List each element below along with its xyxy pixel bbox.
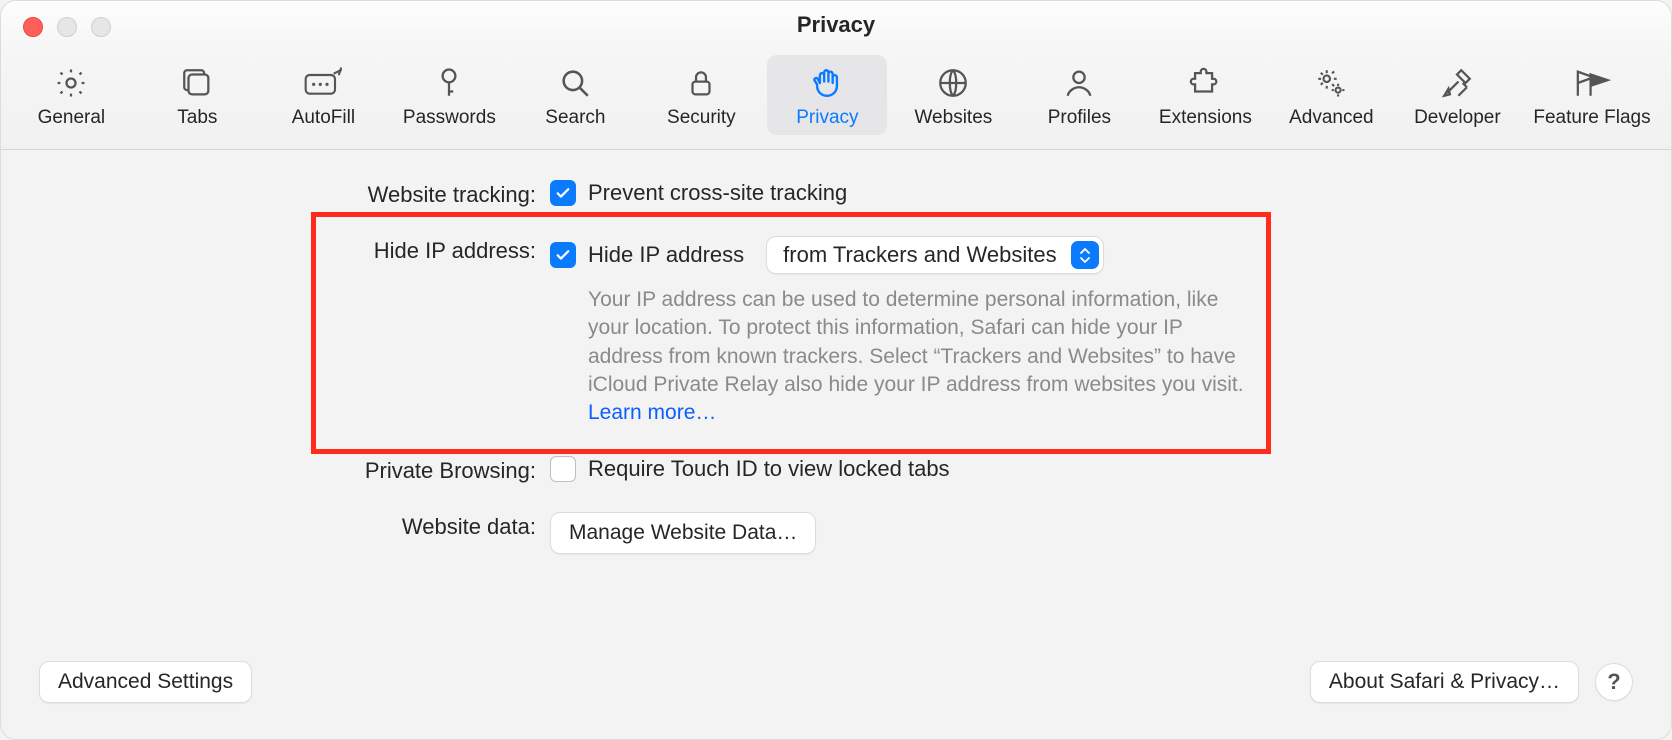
footer: Advanced Settings About Safari & Privacy… — [1, 649, 1671, 739]
checkbox-label: Prevent cross-site tracking — [588, 180, 847, 206]
label-website-data: Website data: — [1, 512, 536, 540]
row-website-tracking: Website tracking: Prevent cross-site tra… — [1, 180, 1671, 208]
globe-icon — [933, 63, 973, 103]
label-private-browsing: Private Browsing: — [1, 456, 536, 484]
tab-feature-flags[interactable]: Feature Flags — [1523, 55, 1660, 135]
tab-label: Advanced — [1289, 107, 1374, 129]
checkbox-label: Hide IP address — [588, 242, 744, 268]
tab-label: Websites — [914, 107, 992, 129]
tab-label: Feature Flags — [1533, 107, 1650, 129]
about-safari-privacy-button[interactable]: About Safari & Privacy… — [1310, 661, 1579, 703]
tab-security[interactable]: Security — [641, 55, 761, 135]
label-hide-ip: Hide IP address: — [1, 236, 536, 264]
row-website-data: Website data: Manage Website Data… — [1, 512, 1671, 554]
search-icon — [555, 63, 595, 103]
tab-websites[interactable]: Websites — [893, 55, 1013, 135]
tab-label: Privacy — [796, 107, 858, 129]
flags-icon — [1572, 63, 1612, 103]
close-button[interactable] — [23, 17, 43, 37]
tab-tabs[interactable]: Tabs — [137, 55, 257, 135]
content-area: Website tracking: Prevent cross-site tra… — [1, 150, 1671, 739]
tab-autofill[interactable]: AutoFill — [263, 55, 383, 135]
checkbox-prevent-cross-site-tracking[interactable] — [550, 180, 576, 206]
tab-advanced[interactable]: Advanced — [1271, 55, 1391, 135]
tab-general[interactable]: General — [11, 55, 131, 135]
gears-icon — [1311, 63, 1351, 103]
check-icon — [554, 246, 572, 264]
manage-website-data-button[interactable]: Manage Website Data… — [550, 512, 816, 554]
puzzle-icon — [1185, 63, 1225, 103]
tab-label: Security — [667, 107, 736, 129]
label-website-tracking: Website tracking: — [1, 180, 536, 208]
help-button[interactable]: ? — [1595, 663, 1633, 701]
tab-label: General — [38, 107, 106, 129]
check-icon — [554, 184, 572, 202]
help-text-hide-ip: Your IP address can be used to determine… — [550, 286, 1248, 428]
dropdown-stepper-icon — [1071, 241, 1099, 269]
preferences-window: Privacy General Tabs AutoFill Passwords — [0, 0, 1672, 740]
tab-search[interactable]: Search — [515, 55, 635, 135]
tab-label: Passwords — [403, 107, 496, 129]
tab-label: Tabs — [177, 107, 217, 129]
gear-icon — [51, 63, 91, 103]
checkbox-require-touchid[interactable] — [550, 456, 576, 482]
titlebar: Privacy — [1, 1, 1671, 49]
learn-more-link[interactable]: Learn more… — [588, 401, 716, 424]
preferences-toolbar: General Tabs AutoFill Passwords Search — [1, 49, 1671, 150]
tab-label: AutoFill — [292, 107, 355, 129]
tools-icon — [1437, 63, 1477, 103]
tab-privacy[interactable]: Privacy — [767, 55, 887, 135]
hand-icon — [807, 63, 847, 103]
minimize-button[interactable] — [57, 17, 77, 37]
checkbox-label: Require Touch ID to view locked tabs — [588, 456, 950, 482]
tab-profiles[interactable]: Profiles — [1019, 55, 1139, 135]
privacy-form: Website tracking: Prevent cross-site tra… — [1, 150, 1671, 554]
dropdown-hide-ip-scope[interactable]: from Trackers and Websites — [766, 236, 1103, 274]
fullscreen-button[interactable] — [91, 17, 111, 37]
traffic-lights — [23, 17, 111, 37]
row-hide-ip: Hide IP address: Hide IP address from Tr… — [1, 236, 1671, 428]
dropdown-value: from Trackers and Websites — [783, 242, 1056, 268]
tab-label: Extensions — [1159, 107, 1252, 129]
autofill-icon — [303, 63, 343, 103]
person-icon — [1059, 63, 1099, 103]
tab-extensions[interactable]: Extensions — [1145, 55, 1265, 135]
key-icon — [429, 63, 469, 103]
checkbox-hide-ip[interactable] — [550, 242, 576, 268]
advanced-settings-button[interactable]: Advanced Settings — [39, 661, 252, 703]
window-title: Privacy — [797, 12, 875, 38]
help-body: Your IP address can be used to determine… — [588, 288, 1244, 396]
tabs-icon — [177, 63, 217, 103]
lock-icon — [681, 63, 721, 103]
tab-label: Developer — [1414, 107, 1501, 129]
tab-passwords[interactable]: Passwords — [389, 55, 509, 135]
tab-label: Search — [545, 107, 605, 129]
tab-label: Profiles — [1048, 107, 1111, 129]
row-private-browsing: Private Browsing: Require Touch ID to vi… — [1, 456, 1671, 484]
tab-developer[interactable]: Developer — [1397, 55, 1517, 135]
